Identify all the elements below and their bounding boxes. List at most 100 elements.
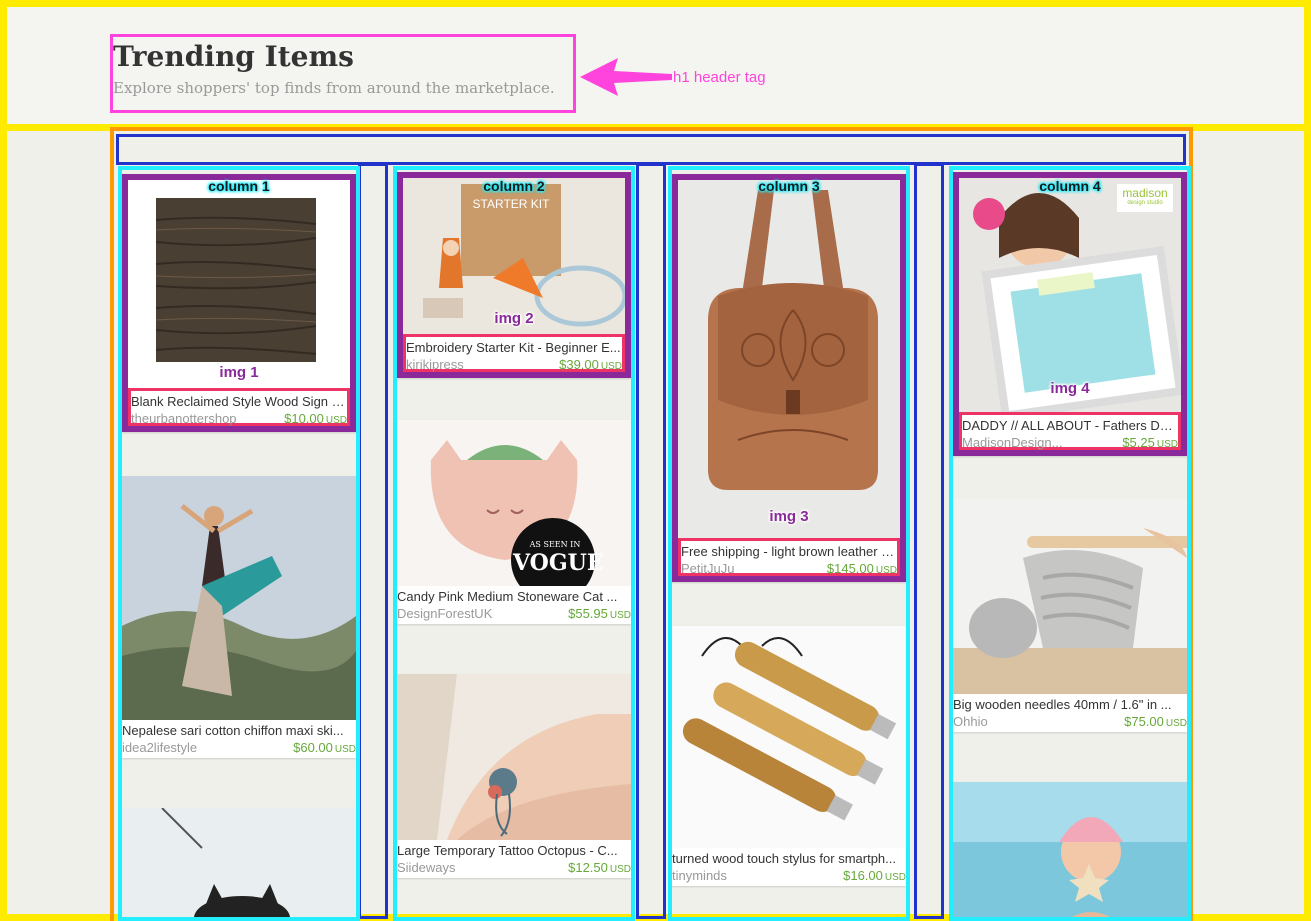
listing-image[interactable]: [397, 674, 631, 840]
listing-info: Free shipping - light brown leather ba..…: [678, 538, 900, 576]
listing-card[interactable]: AS SEEN IN VOGUE Candy Pink Medium Stone…: [397, 420, 631, 624]
beach-photo: [953, 782, 1187, 917]
column-label: column 3: [758, 178, 820, 194]
shop-name[interactable]: idea2lifestyle: [122, 740, 197, 756]
listing-card[interactable]: img 1 Blank Reclaimed Style Wood Sign wi…: [122, 174, 356, 432]
listing-title[interactable]: turned wood touch stylus for smartph...: [672, 850, 906, 868]
listing-card[interactable]: Large Temporary Tattoo Octopus - C... Si…: [397, 674, 631, 878]
grid-top-spacer: [116, 134, 1186, 165]
listing-price: $75.00: [1124, 714, 1164, 729]
column-label: column 2: [483, 178, 545, 194]
currency-code: USD: [1156, 439, 1178, 450]
annotation-arrow-icon: [580, 58, 672, 96]
cat-silhouette-image: [122, 808, 356, 917]
column-gutter-1: [358, 163, 388, 919]
column-gutter-3: [914, 163, 944, 919]
listing-image[interactable]: img 3: [678, 180, 900, 538]
listing-title[interactable]: Large Temporary Tattoo Octopus - C...: [397, 842, 631, 860]
listing-card[interactable]: turned wood touch stylus for smartph... …: [672, 626, 906, 886]
listing-price: $5.25: [1122, 435, 1155, 450]
fathers-day-print-image: [959, 178, 1181, 412]
vogue-badge: VOGUE: [513, 550, 604, 576]
wood-sign-image: [155, 198, 317, 362]
listing-info: Candy Pink Medium Stoneware Cat ... Desi…: [397, 586, 631, 624]
listing-info: DADDY // ALL ABOUT - Fathers Day... Madi…: [959, 412, 1181, 450]
listing-price: $10.00: [284, 411, 324, 426]
currency-code: USD: [609, 610, 631, 621]
currency-code: USD: [334, 744, 356, 755]
listing-card[interactable]: [953, 782, 1187, 917]
listing-info: Large Temporary Tattoo Octopus - C... Si…: [397, 840, 631, 878]
listing-price: $145.00: [826, 561, 874, 576]
listing-image[interactable]: AS SEEN IN VOGUE: [397, 420, 631, 586]
listing-title[interactable]: Big wooden needles 40mm / 1.6" in ...: [953, 696, 1187, 714]
shop-name[interactable]: MadisonDesign...: [962, 435, 1062, 451]
listing-title[interactable]: Free shipping - light brown leather ba..…: [681, 543, 897, 561]
shop-name[interactable]: PetitJuJu: [681, 561, 734, 577]
listing-image[interactable]: img 1: [128, 180, 350, 388]
listing-info: Embroidery Starter Kit - Beginner E... k…: [403, 334, 625, 372]
listing-image[interactable]: STARTER KIT img 2: [403, 178, 625, 334]
image-label: img 2: [494, 310, 534, 327]
listing-image[interactable]: madison design studio img 4: [959, 178, 1181, 412]
currency-code: USD: [875, 565, 897, 576]
currency-code: USD: [609, 864, 631, 875]
image-label: img 4: [1050, 380, 1090, 397]
listing-info: Big wooden needles 40mm / 1.6" in ... Oh…: [953, 694, 1187, 732]
shop-name[interactable]: DesignForestUK: [397, 606, 492, 622]
column-1: column 1 img 1 Blank Reclaimed Style Woo…: [118, 166, 360, 921]
column-4: column 4 madison design studio img 4 DAD…: [949, 166, 1191, 921]
listing-image[interactable]: [953, 498, 1187, 694]
listing-price: $39.00: [559, 357, 599, 372]
currency-code: USD: [1165, 718, 1187, 729]
column-label: column 1: [208, 178, 270, 194]
listing-title[interactable]: Nepalese sari cotton chiffon maxi ski...: [122, 722, 356, 740]
listing-card[interactable]: STARTER KIT img 2 Embroidery Starter Kit…: [397, 172, 631, 378]
listing-card[interactable]: Nepalese sari cotton chiffon maxi ski...…: [122, 476, 356, 758]
annotation-label: h1 header tag: [673, 69, 766, 86]
listing-info: Nepalese sari cotton chiffon maxi ski...…: [122, 720, 356, 758]
svg-text:STARTER KIT: STARTER KIT: [473, 197, 551, 211]
listing-price: $60.00: [293, 740, 333, 755]
knitting-needles-image: [953, 498, 1187, 694]
column-2: column 2 STARTER KIT img 2 Embroidery St…: [393, 166, 635, 921]
currency-code: USD: [884, 872, 906, 883]
dancer-photo: [122, 476, 356, 720]
listing-card[interactable]: Big wooden needles 40mm / 1.6" in ... Oh…: [953, 498, 1187, 732]
column-label: column 4: [1039, 178, 1101, 194]
shop-name[interactable]: theurbanottershop: [131, 411, 237, 427]
listing-price: $16.00: [843, 868, 883, 883]
listing-info: turned wood touch stylus for smartph... …: [672, 848, 906, 886]
listing-title[interactable]: Candy Pink Medium Stoneware Cat ...: [397, 588, 631, 606]
listing-title[interactable]: Blank Reclaimed Style Wood Sign wi...: [131, 393, 347, 411]
page-subtitle: Explore shoppers' top finds from around …: [113, 79, 555, 97]
madison-logo-sub: design studio: [1127, 200, 1163, 206]
listing-price: $55.95: [568, 606, 608, 621]
column-3: column 3 img 3 Free shipping - light bro…: [668, 166, 910, 921]
listing-image[interactable]: [672, 626, 906, 848]
tattoo-photo: [397, 674, 631, 840]
listing-image[interactable]: [122, 476, 356, 720]
shop-name[interactable]: Siideways: [397, 860, 456, 876]
listing-price: $12.50: [568, 860, 608, 875]
image-label: img 1: [219, 364, 259, 381]
image-label: img 3: [769, 508, 809, 525]
shop-name[interactable]: Ohhio: [953, 714, 988, 730]
listing-image[interactable]: [953, 782, 1187, 917]
page-title: Trending Items: [113, 40, 354, 73]
listing-image[interactable]: [122, 808, 356, 917]
listing-card[interactable]: img 3 Free shipping - light brown leathe…: [672, 174, 906, 582]
shop-name[interactable]: tinyminds: [672, 868, 727, 884]
listing-info: Blank Reclaimed Style Wood Sign wi... th…: [128, 388, 350, 426]
listing-card[interactable]: [122, 808, 356, 917]
listing-title[interactable]: DADDY // ALL ABOUT - Fathers Day...: [962, 417, 1178, 435]
leather-bag-image: [678, 180, 900, 538]
currency-code: USD: [325, 415, 347, 426]
currency-code: USD: [600, 361, 622, 372]
column-gutter-2: [636, 163, 666, 919]
badge-caption: AS SEEN IN: [529, 540, 581, 549]
wood-stylus-image: [672, 626, 906, 848]
listing-title[interactable]: Embroidery Starter Kit - Beginner E...: [406, 339, 622, 357]
shop-name[interactable]: kirikipress: [406, 357, 464, 373]
listing-card[interactable]: madison design studio img 4 DADDY // ALL…: [953, 172, 1187, 456]
